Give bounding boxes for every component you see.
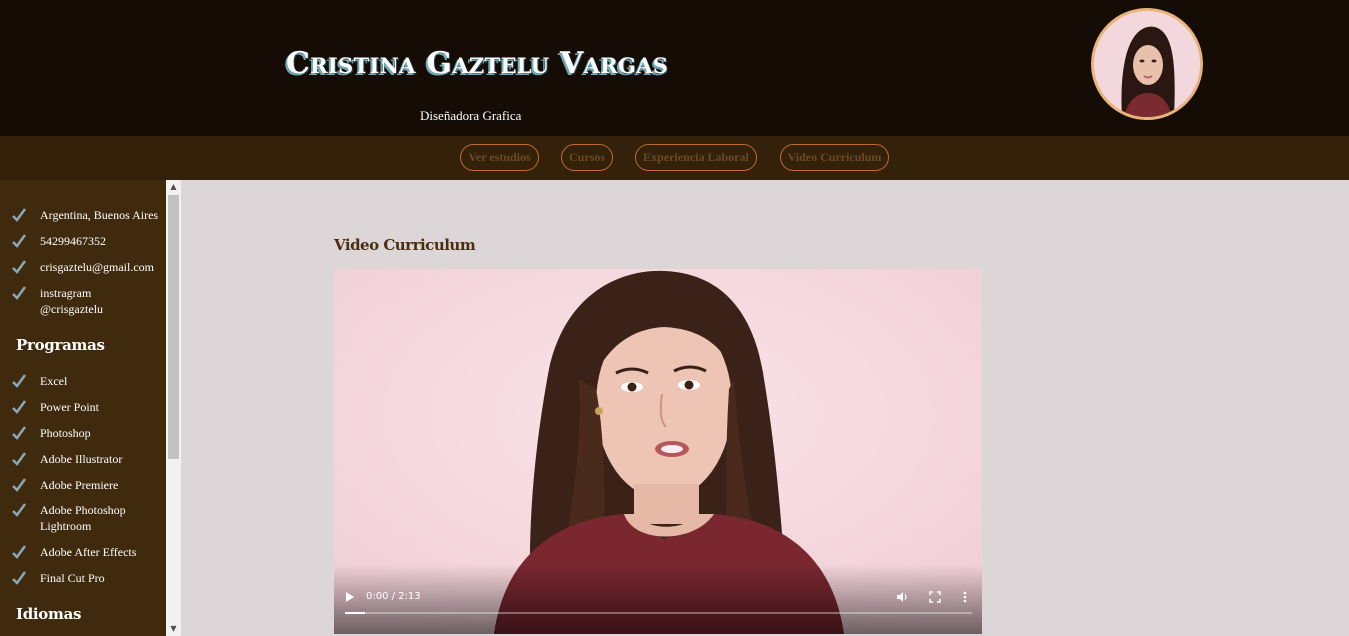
contact-text: crisgaztelu@gmail.com — [40, 260, 155, 274]
nav-cursos[interactable]: Cursos — [561, 144, 613, 171]
programs-heading: Programas — [16, 336, 105, 354]
check-icon — [12, 545, 27, 559]
program-text: Power Point — [40, 400, 100, 414]
play-icon[interactable] — [345, 592, 355, 602]
program-text: Adobe Photoshop Lightroom — [40, 503, 126, 533]
sidebar: Argentina, Buenos Aires 54299467352 cris… — [0, 180, 166, 636]
program-text: Adobe After Effects — [40, 545, 137, 559]
check-icon — [12, 260, 27, 274]
more-options-icon[interactable] — [962, 591, 968, 603]
check-icon — [12, 571, 27, 585]
scroll-thumb[interactable] — [168, 195, 179, 459]
video-player[interactable]: 0:00 / 2:13 — [334, 269, 982, 634]
site-subtitle: Diseñadora Grafica — [420, 108, 522, 123]
program-text: Adobe Premiere — [40, 478, 119, 492]
check-icon — [12, 452, 27, 466]
sidebar-scrollbar[interactable]: ▲ ▼ — [166, 180, 181, 636]
check-icon — [12, 374, 27, 388]
volume-icon[interactable] — [896, 591, 908, 603]
program-text: Photoshop — [40, 426, 91, 440]
nav-ver-estudios[interactable]: Ver estudios — [460, 144, 539, 171]
program-text: Excel — [40, 374, 68, 388]
check-icon — [12, 478, 27, 492]
main-nav: Ver estudios Cursos Experiencia Laboral … — [0, 136, 1349, 180]
contact-text: 54299467352 — [40, 234, 106, 248]
program-text: Adobe Illustrator — [40, 452, 123, 466]
languages-heading: Idiomas — [16, 605, 82, 623]
check-icon — [12, 426, 27, 440]
section-title: Video Curriculum — [334, 236, 476, 254]
scroll-up-arrow-icon[interactable]: ▲ — [166, 180, 181, 194]
video-progress-fill — [345, 612, 365, 614]
check-icon — [12, 286, 27, 300]
check-icon — [12, 234, 27, 248]
video-controls: 0:00 / 2:13 — [334, 564, 982, 634]
contact-text: Argentina, Buenos Aires — [40, 208, 159, 222]
scroll-down-arrow-icon[interactable]: ▼ — [166, 622, 181, 636]
check-icon — [12, 400, 27, 414]
profile-avatar — [1091, 8, 1203, 120]
nav-experiencia-laboral[interactable]: Experiencia Laboral — [635, 144, 757, 171]
site-header: Cristina Gaztelu Vargas Diseñadora Grafi… — [0, 0, 1349, 136]
program-text: Final Cut Pro — [40, 571, 105, 585]
video-progress-bar[interactable] — [345, 612, 972, 614]
contact-text: instragram @crisgaztelu — [40, 286, 104, 316]
site-title: Cristina Gaztelu Vargas — [286, 46, 669, 81]
nav-video-curriculum[interactable]: Video Curriculum — [780, 144, 889, 171]
check-icon — [12, 503, 27, 517]
fullscreen-icon[interactable] — [929, 591, 941, 603]
check-icon — [12, 208, 27, 222]
video-time: 0:00 / 2:13 — [366, 591, 421, 602]
